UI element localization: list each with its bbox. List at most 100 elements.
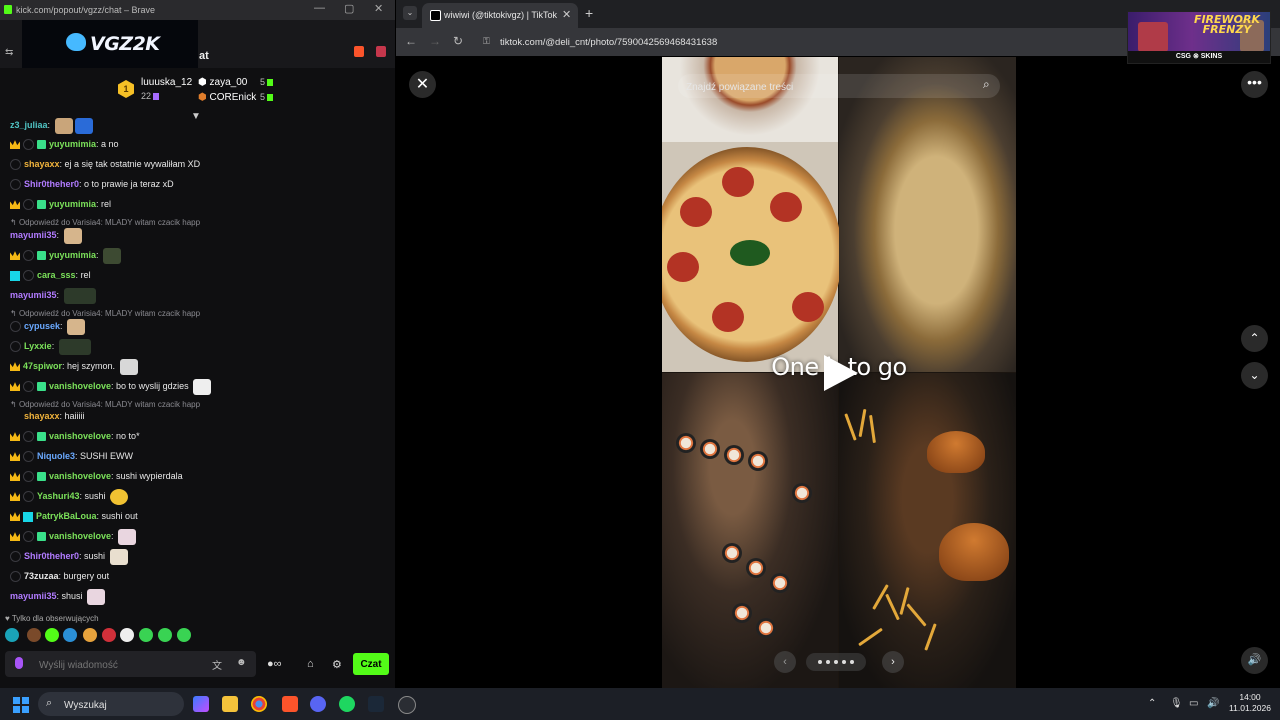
volume-icon[interactable]: 🔊 (1207, 698, 1219, 709)
settings-gear-icon[interactable]: ⚙ (332, 658, 342, 671)
reload-icon[interactable]: ↻ (453, 34, 463, 48)
emote-icon[interactable] (83, 628, 97, 642)
brave-shield-icon[interactable] (354, 46, 364, 57)
related-search-input[interactable] (684, 77, 958, 97)
carousel-dot[interactable] (818, 660, 822, 664)
leaderboard-user-3[interactable]: ⬢ COREnick (198, 92, 256, 103)
maximize-icon[interactable]: ▢ (344, 2, 354, 15)
chat-username[interactable]: Shir0theher0 (24, 179, 79, 189)
emote-icon[interactable] (102, 628, 116, 642)
gift-badge-icon (37, 432, 46, 442)
chat-username[interactable]: yuyumimia (49, 199, 96, 209)
vgz2k-logo-text: VGZ2K (90, 33, 160, 55)
file-explorer-icon[interactable] (222, 696, 238, 712)
leaderboard-user-1[interactable]: luuuska_12 (141, 77, 192, 88)
chat-username[interactable]: Niquole3 (37, 451, 75, 461)
carousel-dot[interactable] (842, 660, 846, 664)
microphone-icon[interactable]: 🎙 (1170, 698, 1183, 709)
emote-icon[interactable] (27, 628, 41, 642)
emote-icon[interactable] (63, 628, 77, 642)
previous-post-button[interactable]: ⌃ (1241, 325, 1268, 352)
fry (906, 603, 927, 627)
emote-icon[interactable] (158, 628, 172, 642)
chat-username[interactable]: vanishovelove (49, 471, 111, 481)
tab-tiktok[interactable]: wiwiwi (@tiktokivgz) | TikTok ✕ (422, 3, 578, 28)
chat-message: 73zuzaa: burgery out (0, 567, 390, 585)
next-post-button[interactable]: ⌄ (1241, 362, 1268, 389)
emote-icon[interactable] (120, 628, 134, 642)
carousel-dot[interactable] (834, 660, 838, 664)
chat-username[interactable]: shayaxx (24, 411, 60, 421)
group-icon[interactable]: ●∞ (267, 658, 282, 670)
close-viewer-button[interactable]: ✕ (409, 71, 436, 98)
chat-username[interactable]: z3_juliaa (10, 120, 48, 130)
chat-username[interactable]: vanishovelove (49, 381, 111, 391)
chat-username[interactable]: mayumii35 (10, 290, 57, 300)
taskbar-clock[interactable]: 14:00 11.01.2026 (1226, 692, 1274, 714)
carousel-dot[interactable] (850, 660, 854, 664)
steam-icon[interactable] (368, 696, 384, 712)
chat-username[interactable]: 47spiwor (23, 361, 62, 371)
carousel-prev-icon[interactable]: ‹ (774, 651, 796, 673)
chat-username[interactable]: Yashuri43 (37, 491, 80, 501)
chat-username[interactable]: Shir0theher0 (24, 551, 79, 561)
emote-icon[interactable] (139, 628, 153, 642)
tiktok-photo[interactable]: ⌕ One h to go ‹ › (662, 57, 1016, 688)
discord-icon[interactable] (310, 696, 326, 712)
chat-username[interactable]: mayumii35 (10, 230, 57, 240)
more-options-button[interactable]: ••• (1241, 71, 1268, 98)
minimize-icon[interactable]: — (314, 2, 325, 14)
taskbar-search-input[interactable] (62, 696, 176, 714)
leaderboard-user-2[interactable]: ⬢ zaya_00 (198, 77, 247, 88)
chat-username[interactable]: vanishovelove (49, 431, 111, 441)
microphone-icon[interactable] (15, 657, 23, 669)
chat-username[interactable]: yuyumimia (49, 139, 96, 149)
chat-username[interactable]: 73zuzaa (24, 571, 59, 581)
brave-icon[interactable] (282, 696, 298, 712)
chat-settings-icon[interactable]: ⇆ (5, 47, 13, 58)
windows-start-icon[interactable] (13, 697, 29, 713)
url-field[interactable]: tiktok.com/@deli_cnt/photo/7590042569468… (500, 37, 717, 48)
display-icon[interactable]: ▭ (1189, 698, 1198, 709)
show-hidden-icons-icon[interactable]: ⌃ (1148, 698, 1156, 709)
brave-rewards-icon[interactable] (376, 46, 386, 57)
close-tab-icon[interactable]: ✕ (562, 8, 571, 21)
chat-text: haiiiii (64, 411, 85, 421)
spotify-icon[interactable] (339, 696, 355, 712)
emote-icon[interactable] (5, 628, 19, 642)
chat-username[interactable]: vanishovelove (49, 531, 111, 541)
emote-icon[interactable] (45, 628, 59, 642)
close-window-icon[interactable]: ✕ (374, 2, 383, 15)
carousel-dot[interactable] (826, 660, 830, 664)
sushi-roll (700, 439, 720, 459)
chat-username[interactable]: PatrykBaLoua (36, 511, 97, 521)
store-icon[interactable]: ⌂ (307, 658, 314, 670)
chat-username[interactable]: cypusek (24, 321, 60, 331)
search-icon[interactable]: ⌕ (983, 77, 990, 92)
site-info-icon[interactable]: ⚿ (483, 36, 490, 47)
app-icon[interactable] (398, 696, 416, 714)
play-icon[interactable] (824, 355, 858, 391)
pizza-image (662, 142, 842, 372)
copilot-icon[interactable] (193, 696, 209, 712)
chat-username[interactable]: mayumii35 (10, 591, 57, 601)
emoji-picker-icon[interactable]: ☻ (236, 657, 247, 668)
new-tab-icon[interactable]: + (585, 5, 593, 21)
forward-icon[interactable]: → (429, 34, 441, 48)
chrome-icon[interactable] (251, 696, 267, 712)
send-chat-button[interactable]: Czat (353, 653, 389, 675)
tab-search-icon[interactable]: ⌄ (403, 6, 417, 20)
emote-icon[interactable] (177, 628, 191, 642)
chat-username[interactable]: shayaxx (24, 159, 60, 169)
back-icon[interactable]: ← (405, 34, 417, 48)
vip-badge-icon (23, 511, 33, 522)
chat-message-input[interactable] (37, 655, 201, 675)
leaderboard-count-3: 5 (260, 92, 274, 102)
translate-icon[interactable]: 文 (212, 657, 222, 672)
chat-username[interactable]: cara_sss (37, 270, 76, 280)
chat-username[interactable]: Lyxxie (24, 341, 52, 351)
chat-text: rel (80, 270, 91, 280)
volume-button[interactable]: 🔊 (1241, 647, 1268, 674)
chat-username[interactable]: yuyumimia (49, 250, 96, 260)
carousel-next-icon[interactable]: › (882, 651, 904, 673)
